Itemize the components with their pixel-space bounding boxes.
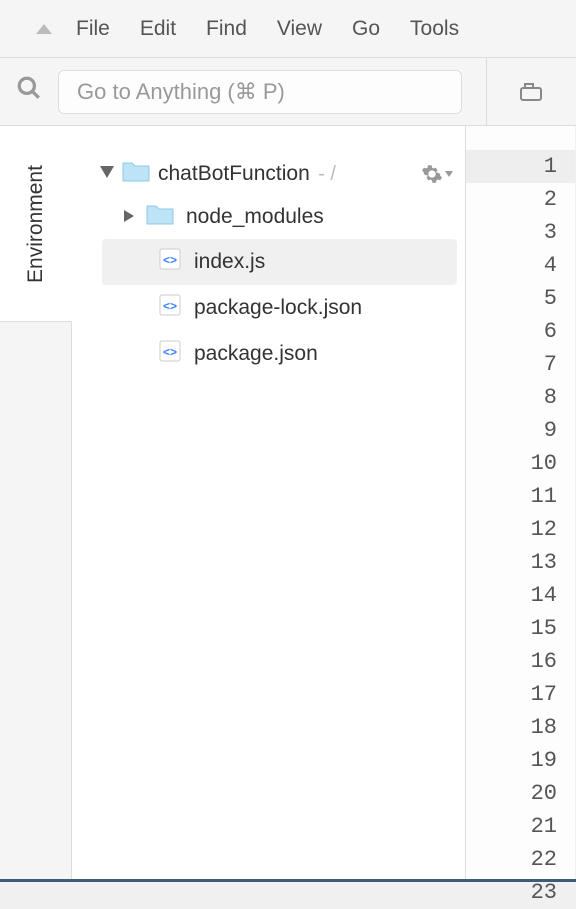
line-number[interactable]: 3	[466, 216, 575, 249]
tree-children: node_modules <> index.js <>	[72, 195, 465, 377]
line-number[interactable]: 1	[466, 150, 575, 183]
line-number[interactable]: 13	[466, 546, 575, 579]
tree-item-label: package.json	[194, 342, 318, 366]
line-number[interactable]: 19	[466, 744, 575, 777]
main-area: Environment chatBotFunction - /	[0, 126, 576, 882]
search-icon[interactable]	[16, 75, 42, 108]
line-number[interactable]: 22	[466, 843, 575, 876]
file-tree-panel: chatBotFunction - /	[72, 126, 466, 882]
line-number[interactable]: 16	[466, 645, 575, 678]
js-file-icon: <>	[158, 293, 182, 323]
line-number[interactable]: 20	[466, 777, 575, 810]
menu-view[interactable]: View	[277, 17, 322, 41]
line-number[interactable]: 5	[466, 282, 575, 315]
line-number[interactable]: 12	[466, 513, 575, 546]
js-file-icon: <>	[158, 247, 182, 277]
side-tab-container: Environment	[0, 126, 72, 882]
menu-go[interactable]: Go	[352, 17, 380, 41]
tree-item-label: index.js	[194, 250, 265, 274]
line-number[interactable]: 2	[466, 183, 575, 216]
svg-text:<>: <>	[163, 299, 177, 313]
tree-item-node-modules[interactable]: node_modules	[84, 195, 465, 239]
line-number[interactable]: 11	[466, 480, 575, 513]
line-number[interactable]: 14	[466, 579, 575, 612]
line-number[interactable]: 4	[466, 249, 575, 282]
menu-tools[interactable]: Tools	[410, 17, 459, 41]
toolbar-tab-icon[interactable]	[486, 58, 576, 125]
menu-file[interactable]: File	[76, 17, 110, 41]
tree-item-package-lock[interactable]: <> package-lock.json	[84, 285, 465, 331]
tree-item-label: node_modules	[186, 205, 324, 229]
environment-tab-label: Environment	[24, 165, 48, 283]
collapse-arrow-icon[interactable]	[24, 24, 64, 34]
project-name: chatBotFunction	[158, 162, 310, 185]
project-suffix: - /	[318, 163, 336, 185]
tree-item-index-js[interactable]: <> index.js	[102, 239, 457, 285]
tree-item-label: package-lock.json	[194, 296, 362, 320]
svg-text:<>: <>	[163, 253, 177, 267]
tree-item-package-json[interactable]: <> package.json	[84, 331, 465, 377]
menubar: File Edit Find View Go Tools	[0, 0, 576, 58]
search-input[interactable]	[58, 70, 462, 114]
menubar-items: File Edit Find View Go Tools	[76, 17, 459, 41]
line-number[interactable]: 6	[466, 315, 575, 348]
line-number[interactable]: 8	[466, 381, 575, 414]
line-number[interactable]: 21	[466, 810, 575, 843]
chevron-right-icon[interactable]	[124, 210, 134, 225]
editor-gutter[interactable]: 1234567891011121314151617181920212223	[466, 126, 576, 882]
folder-icon	[122, 160, 150, 187]
line-number[interactable]: 7	[466, 348, 575, 381]
line-number[interactable]: 9	[466, 414, 575, 447]
folder-icon	[146, 203, 174, 231]
menu-find[interactable]: Find	[206, 17, 247, 41]
line-number[interactable]: 15	[466, 612, 575, 645]
line-number[interactable]: 17	[466, 678, 575, 711]
svg-text:<>: <>	[163, 345, 177, 359]
environment-tab[interactable]: Environment	[0, 126, 72, 322]
project-row[interactable]: chatBotFunction - /	[72, 152, 465, 195]
chevron-down-icon[interactable]	[100, 165, 114, 183]
js-file-icon: <>	[158, 339, 182, 369]
toolbar	[0, 58, 576, 126]
gear-icon[interactable]	[421, 163, 453, 185]
line-number[interactable]: 18	[466, 711, 575, 744]
line-number[interactable]: 10	[466, 447, 575, 480]
menu-edit[interactable]: Edit	[140, 17, 176, 41]
